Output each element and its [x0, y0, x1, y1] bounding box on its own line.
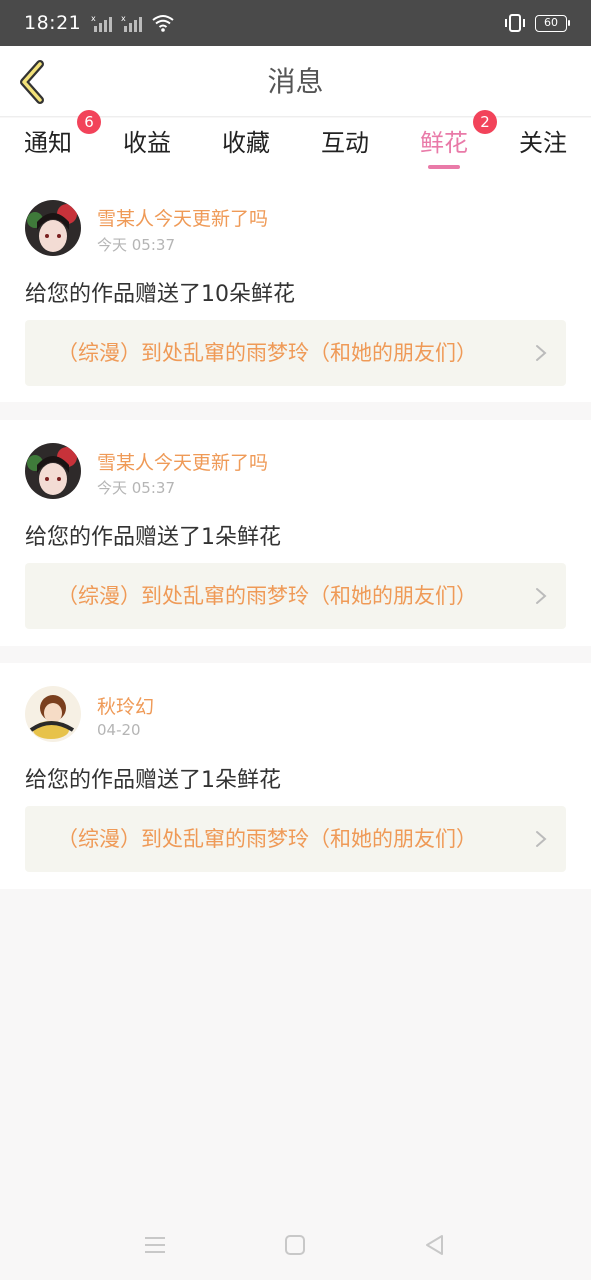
- tab-label: 鲜花: [420, 129, 468, 157]
- unread-badge: 6: [77, 110, 101, 134]
- avatar[interactable]: [25, 686, 81, 742]
- status-time: 18:21: [24, 12, 82, 34]
- app-header: 消息: [0, 46, 591, 117]
- sender-name[interactable]: 雪某人今天更新了吗: [97, 204, 268, 231]
- wifi-icon: [152, 15, 174, 32]
- menu-icon[interactable]: [140, 1230, 170, 1260]
- tab-label: 收藏: [222, 129, 270, 157]
- svg-text:x: x: [121, 14, 126, 23]
- active-tab-indicator: [428, 165, 460, 169]
- message-time: 今天 05:37: [97, 236, 175, 254]
- back-triangle-icon[interactable]: [420, 1230, 450, 1260]
- signal-icon: x: [91, 14, 113, 32]
- signal-icon: x: [121, 14, 143, 32]
- tab-interactions[interactable]: 互动: [310, 118, 380, 182]
- sender-name[interactable]: 秋玲幻: [97, 692, 154, 719]
- work-title: （综漫）到处乱窜的雨梦玲（和她的朋友们）: [57, 827, 477, 851]
- message-time: 今天 05:37: [97, 479, 175, 497]
- status-bar: 18:21 x x 60: [0, 0, 591, 46]
- sender-name[interactable]: 雪某人今天更新了吗: [97, 448, 268, 475]
- status-icons-left: x x: [91, 14, 175, 32]
- status-icons-right: 60: [503, 13, 570, 33]
- tab-earnings[interactable]: 收益: [112, 118, 182, 182]
- home-icon[interactable]: [280, 1230, 310, 1260]
- message-card: 雪某人今天更新了吗 今天 05:37 给您的作品赠送了1朵鲜花 （综漫）到处乱窜…: [0, 420, 591, 646]
- unread-badge: 2: [473, 110, 497, 134]
- battery-indicator: 60: [535, 14, 570, 32]
- page-title: 消息: [267, 65, 324, 98]
- svg-text:x: x: [91, 14, 96, 23]
- avatar[interactable]: [25, 443, 81, 499]
- back-button[interactable]: [14, 60, 54, 104]
- work-title: （综漫）到处乱窜的雨梦玲（和她的朋友们）: [57, 584, 477, 608]
- message-text: 给您的作品赠送了1朵鲜花: [25, 768, 281, 793]
- chevron-right-icon: [536, 588, 547, 604]
- chevron-right-icon: [536, 345, 547, 361]
- tab-label: 关注: [519, 129, 567, 157]
- tab-following[interactable]: 关注: [508, 118, 578, 182]
- message-card: 秋玲幻 04-20 给您的作品赠送了1朵鲜花 （综漫）到处乱窜的雨梦玲（和她的朋…: [0, 663, 591, 889]
- tab-flowers[interactable]: 鲜花 2: [409, 110, 497, 182]
- tab-bar: 通知 6 收益 收藏 互动 鲜花 2 关注: [0, 110, 591, 182]
- tab-label: 收益: [123, 129, 171, 157]
- work-link[interactable]: （综漫）到处乱窜的雨梦玲（和她的朋友们）: [25, 320, 566, 386]
- tab-label: 通知: [24, 129, 72, 157]
- chevron-left-icon: [20, 60, 44, 104]
- message-time: 04-20: [97, 721, 141, 739]
- messages-screen: 18:21 x x 60 消息 通知 6 收益 收藏 互动 鲜花 2 关注 雪某…: [0, 0, 591, 1280]
- avatar[interactable]: [25, 200, 81, 256]
- work-link[interactable]: （综漫）到处乱窜的雨梦玲（和她的朋友们）: [25, 563, 566, 629]
- tab-notifications[interactable]: 通知 6: [13, 110, 101, 182]
- message-text: 给您的作品赠送了1朵鲜花: [25, 525, 281, 550]
- message-text: 给您的作品赠送了10朵鲜花: [25, 282, 295, 307]
- tab-favorites[interactable]: 收藏: [211, 118, 281, 182]
- work-title: （综漫）到处乱窜的雨梦玲（和她的朋友们）: [57, 341, 477, 365]
- message-card: 雪某人今天更新了吗 今天 05:37 给您的作品赠送了10朵鲜花 （综漫）到处乱…: [0, 182, 591, 402]
- system-nav-bar: [0, 1208, 591, 1280]
- vibrate-icon: [505, 14, 525, 32]
- chevron-right-icon: [536, 831, 547, 847]
- work-link[interactable]: （综漫）到处乱窜的雨梦玲（和她的朋友们）: [25, 806, 566, 872]
- tab-label: 互动: [321, 129, 369, 157]
